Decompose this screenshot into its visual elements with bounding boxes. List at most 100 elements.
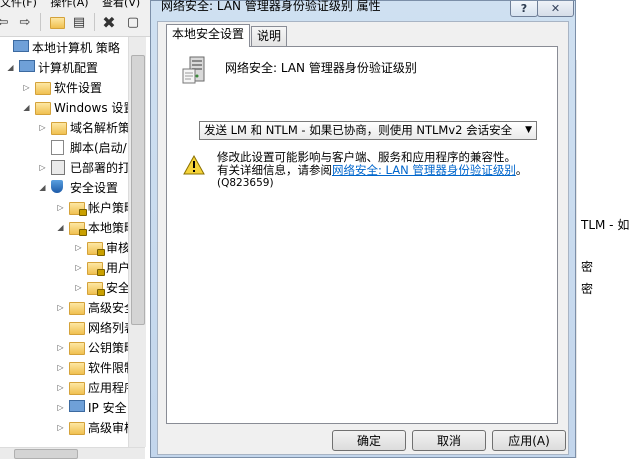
collapse-arrow-icon[interactable]: ◢ bbox=[56, 223, 65, 232]
compatibility-warning: 修改此设置可能影响与客户端、服务和应用程序的兼容性。 有关详细信息，请参阅网络安… bbox=[217, 151, 547, 190]
tree-node[interactable]: ▷ 软件限制 bbox=[56, 357, 128, 377]
tree-node[interactable]: ▷ 已部署的打 bbox=[38, 157, 128, 177]
tree-node-label: 高级审核 bbox=[88, 420, 128, 435]
warning-text: 。 bbox=[515, 163, 528, 177]
expand-arrow-icon[interactable]: ▷ bbox=[56, 303, 65, 312]
tree-node[interactable]: ◢ 安全设置 bbox=[38, 177, 118, 197]
tree-node-label: 公钥策略 bbox=[88, 340, 128, 355]
folder-icon bbox=[50, 120, 67, 135]
tree-node[interactable]: ▷ 高级审核 bbox=[56, 417, 128, 437]
tree-node[interactable]: ▷ 用户 bbox=[74, 257, 128, 277]
expand-arrow-icon[interactable]: ▷ bbox=[56, 363, 65, 372]
help-link[interactable]: 网络安全: LAN 管理器身份验证级别 bbox=[332, 163, 516, 177]
tree-node[interactable]: ▷ 安全 bbox=[74, 277, 128, 297]
expand-arrow-icon[interactable]: ▷ bbox=[74, 243, 83, 252]
tree-node-label: 本地策略 bbox=[88, 220, 128, 235]
close-button[interactable]: ✕ bbox=[537, 1, 574, 17]
details-text: TLM - 如 bbox=[581, 218, 630, 232]
expand-arrow-icon[interactable]: ▷ bbox=[56, 343, 65, 352]
policy-name: 网络安全: LAN 管理器身份验证级别 bbox=[225, 61, 417, 75]
ok-button[interactable]: 确定 bbox=[332, 430, 406, 451]
tree-node[interactable]: ▷ 帐户策略 bbox=[56, 197, 128, 217]
tree-node[interactable]: ▷ IP 安全 bbox=[56, 397, 127, 417]
tree-node-label: 软件设置 bbox=[54, 80, 103, 95]
console-tree: 本地计算机 策略 ◢ 计算机配置 ▷ 软件设置 ◢ Windows 设置 ▷ 域名解析策脚本(启… bbox=[0, 37, 128, 447]
menu-view[interactable]: 查看(V) bbox=[102, 0, 140, 9]
tree-horizontal-scrollbar[interactable] bbox=[0, 447, 145, 459]
expand-arrow-icon[interactable]: ▷ bbox=[74, 263, 83, 272]
warning-icon bbox=[183, 155, 205, 175]
tree-node[interactable]: ▷ 软件设置 bbox=[22, 77, 102, 97]
tree-node[interactable]: 网络列表 bbox=[56, 317, 128, 337]
folder-icon bbox=[68, 420, 85, 435]
lockfolder-icon bbox=[86, 260, 105, 276]
tree-node[interactable]: ▷ 审核 bbox=[74, 237, 128, 257]
tree-node[interactable]: ▷ 域名解析策 bbox=[38, 117, 128, 137]
expand-arrow-icon[interactable]: ▷ bbox=[56, 423, 65, 432]
server-policy-icon bbox=[182, 56, 205, 84]
collapse-arrow-icon[interactable]: ◢ bbox=[22, 103, 31, 112]
kb-reference: (Q823659) bbox=[217, 177, 274, 189]
lockfolder-icon bbox=[86, 240, 105, 256]
tree-node-label: 审核 bbox=[106, 240, 128, 255]
details-text: 密 bbox=[581, 282, 594, 296]
details-text: 密 bbox=[581, 260, 594, 274]
dialog-client-area: 本地安全设置 说明 网络安全: LAN 管理器身份验证级别 发送 LM 和 NT… bbox=[157, 21, 569, 455]
up-folder-icon[interactable] bbox=[48, 13, 66, 31]
expand-arrow-icon[interactable]: ▷ bbox=[38, 163, 47, 172]
apply-button[interactable]: 应用(A) bbox=[492, 430, 566, 451]
tab-explain[interactable]: 说明 bbox=[251, 26, 288, 46]
delete-icon[interactable]: ✖ bbox=[100, 13, 118, 32]
tree-node[interactable]: ◢ 计算机配置 bbox=[6, 57, 98, 77]
expand-arrow-icon[interactable]: ▷ bbox=[38, 123, 47, 132]
tree-node[interactable]: ◢ 本地策略 bbox=[56, 217, 128, 237]
folder-icon bbox=[68, 360, 85, 375]
tree-node[interactable]: ▷ 公钥策略 bbox=[56, 337, 128, 357]
sheet-icon bbox=[50, 160, 66, 175]
forward-arrow-icon[interactable]: ⇨ bbox=[16, 13, 34, 31]
collapse-arrow-icon[interactable]: ◢ bbox=[38, 183, 47, 192]
auth-level-dropdown[interactable]: 发送 LM 和 NTLM - 如果已协商，则使用 NTLMv2 会话安全 ▼ bbox=[199, 121, 537, 140]
chevron-down-icon[interactable]: ▼ bbox=[525, 122, 532, 139]
lockfolder-icon bbox=[86, 280, 105, 296]
expand-arrow-icon[interactable]: ▷ bbox=[56, 383, 65, 392]
lockfolder-icon bbox=[68, 220, 87, 236]
folder-icon bbox=[34, 80, 51, 95]
computer-icon bbox=[68, 400, 85, 414]
expand-arrow-icon[interactable]: ▷ bbox=[74, 283, 83, 292]
folder-icon bbox=[34, 100, 51, 115]
back-arrow-icon[interactable]: ⇦ bbox=[0, 13, 12, 31]
expand-arrow-icon[interactable]: ▷ bbox=[56, 403, 65, 412]
tree-node-label: 帐户策略 bbox=[88, 200, 128, 215]
menu-action[interactable]: 操作(A) bbox=[50, 0, 88, 9]
toolbar: ⇦ ⇨ ▤ ✖ ▢ bbox=[0, 10, 150, 37]
cancel-button[interactable]: 取消 bbox=[412, 430, 486, 451]
tree-node-label: Windows 设置 bbox=[54, 100, 128, 115]
expand-arrow-icon[interactable]: ▷ bbox=[22, 83, 31, 92]
dialog-titlebar[interactable]: 网络安全: LAN 管理器身份验证级别 属性 ? ✕ bbox=[151, 0, 575, 17]
folder-icon bbox=[68, 320, 85, 335]
tree-node-label: IP 安全 bbox=[88, 400, 127, 415]
menu-file[interactable]: 文件(F) bbox=[0, 0, 37, 9]
scrollbar-thumb[interactable] bbox=[131, 55, 145, 325]
collapse-arrow-icon[interactable]: ◢ bbox=[6, 63, 15, 72]
lockfolder-icon bbox=[68, 200, 87, 216]
show-hide-tree-icon[interactable]: ▤ bbox=[70, 13, 88, 31]
help-button[interactable]: ? bbox=[510, 1, 538, 17]
tree-node[interactable]: ◢ Windows 设置 bbox=[22, 97, 128, 117]
computer-icon bbox=[12, 40, 29, 54]
expand-arrow-icon[interactable]: ▷ bbox=[56, 203, 65, 212]
computer-icon bbox=[18, 60, 35, 74]
properties-icon[interactable]: ▢ bbox=[124, 13, 142, 31]
dialog-title: 网络安全: LAN 管理器身份验证级别 属性 bbox=[161, 0, 381, 13]
tree-node[interactable]: 本地计算机 策略 bbox=[0, 37, 120, 57]
tree-node-label: 脚本(启动/ bbox=[70, 140, 127, 155]
tab-local-security-setting[interactable]: 本地安全设置 bbox=[166, 24, 251, 47]
tree-node[interactable]: 脚本(启动/ bbox=[38, 137, 127, 157]
tree-node-label: 域名解析策 bbox=[70, 120, 128, 135]
tree-node[interactable]: ▷ 高级安全 bbox=[56, 297, 128, 317]
tree-vertical-scrollbar[interactable] bbox=[128, 37, 146, 447]
dropdown-selected-value: 发送 LM 和 NTLM - 如果已协商，则使用 NTLMv2 会话安全 bbox=[204, 123, 513, 137]
tree-node[interactable]: ▷ 应用程序 bbox=[56, 377, 128, 397]
folder-icon bbox=[68, 300, 85, 315]
